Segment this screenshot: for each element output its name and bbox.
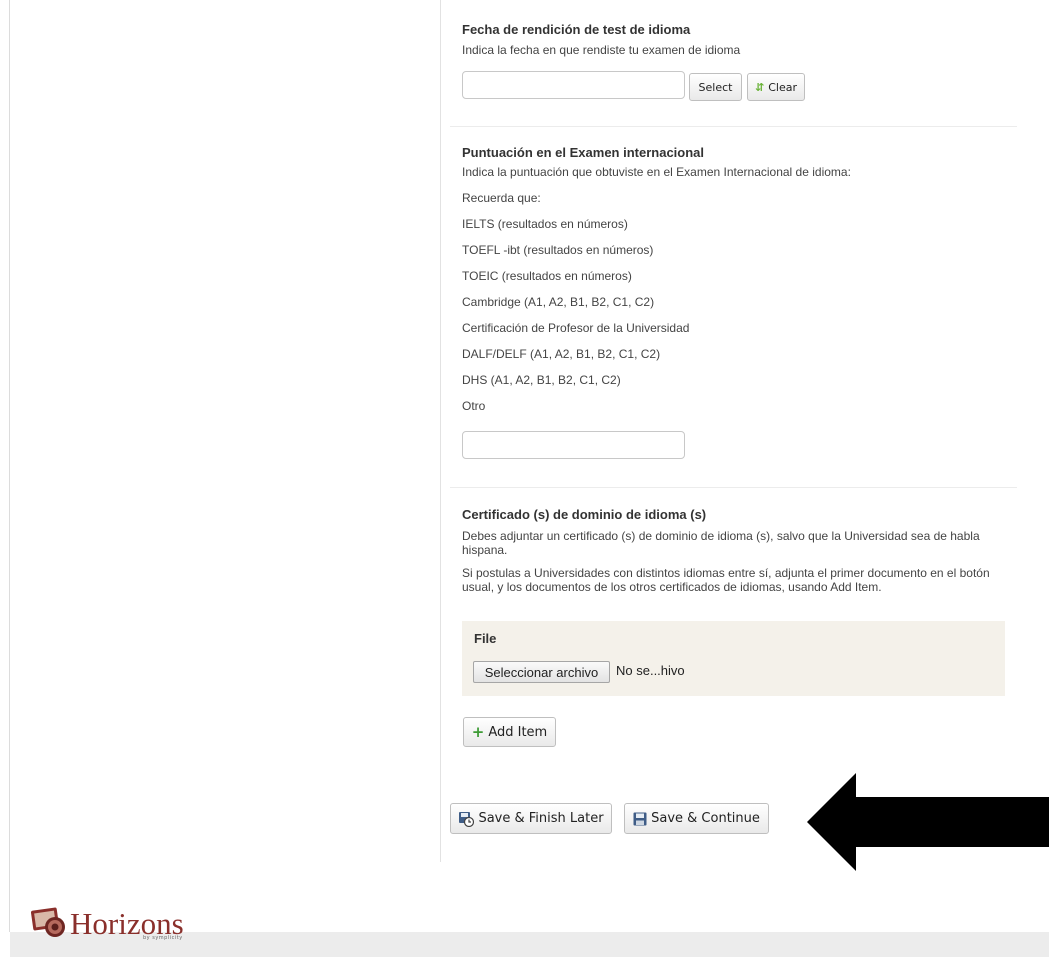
save-clock-icon [459, 811, 475, 827]
file-label: File [474, 631, 497, 646]
score-instruction-line: Otro [462, 399, 486, 413]
content-left-border [440, 0, 441, 862]
page-left-border [9, 0, 10, 932]
date-clear-button[interactable]: ⇵ Clear [747, 73, 805, 101]
certificate-section: Certificado (s) de dominio de idioma (s)… [462, 507, 1007, 594]
certificate-paragraph-1: Debes adjuntar un certificado (s) de dom… [462, 529, 980, 557]
score-instruction-line: Indica la puntuación que obtuviste en el… [462, 165, 851, 179]
date-select-label: Select [698, 80, 733, 94]
file-upload-box: File Seleccionar archivo No se...hivo [462, 621, 1005, 696]
score-instruction-line: TOEIC (resultados en números) [462, 269, 632, 283]
exam-date-title: Fecha de rendición de test de idioma [462, 22, 691, 37]
save-finish-later-label: Save & Finish Later [478, 811, 604, 826]
left-pointing-arrow-icon [807, 773, 1049, 871]
certificate-paragraph-2: Si postulas a Universidades con distinto… [462, 566, 990, 594]
save-finish-later-button[interactable]: Save & Finish Later [450, 803, 612, 834]
horizons-logo: Horizons [30, 905, 184, 939]
score-instruction-line: TOEFL -ibt (resultados en números) [462, 243, 654, 257]
save-continue-button[interactable]: Save & Continue [624, 803, 769, 834]
certificate-title: Certificado (s) de dominio de idioma (s) [462, 507, 707, 522]
plus-icon: + [471, 722, 485, 741]
choose-file-button[interactable]: Seleccionar archivo [473, 661, 610, 683]
score-instruction-line: Recuerda que: [462, 191, 541, 205]
date-clear-label: Clear [768, 80, 797, 94]
score-title: Puntuación en el Examen internacional [462, 145, 705, 160]
score-instruction-line: IELTS (resultados en números) [462, 217, 628, 231]
score-section: Puntuación en el Examen internacional In… [462, 145, 1018, 413]
exam-date-input[interactable] [462, 71, 685, 99]
stamp-logo-icon [30, 907, 65, 937]
score-instructions: Indica la puntuación que obtuviste en el… [462, 165, 1018, 413]
score-instruction-line: DALF/DELF (A1, A2, B1, B2, C1, C2) [462, 347, 661, 361]
exam-date-description: Indica la fecha en que rendiste tu exame… [462, 43, 741, 57]
brand-byline: by symplicity [143, 935, 183, 941]
file-status: No se...hivo [616, 663, 685, 678]
add-item-label: Add Item [488, 724, 548, 740]
score-instruction-line: Certificación de Profesor de la Universi… [462, 321, 690, 335]
section-divider [450, 126, 1017, 127]
section-divider [450, 487, 1017, 488]
score-input[interactable] [462, 431, 685, 459]
refresh-icon: ⇵ [755, 80, 765, 94]
date-select-button[interactable]: Select [689, 73, 742, 101]
add-item-button[interactable]: + Add Item [463, 717, 556, 747]
score-instruction-line: Cambridge (A1, A2, B1, B2, C1, C2) [462, 295, 655, 309]
exam-date-section: Fecha de rendición de test de idioma Ind… [462, 22, 1018, 57]
save-continue-label: Save & Continue [651, 811, 760, 826]
score-instruction-line: DHS (A1, A2, B1, B2, C1, C2) [462, 373, 621, 387]
floppy-disk-icon [633, 812, 647, 825]
